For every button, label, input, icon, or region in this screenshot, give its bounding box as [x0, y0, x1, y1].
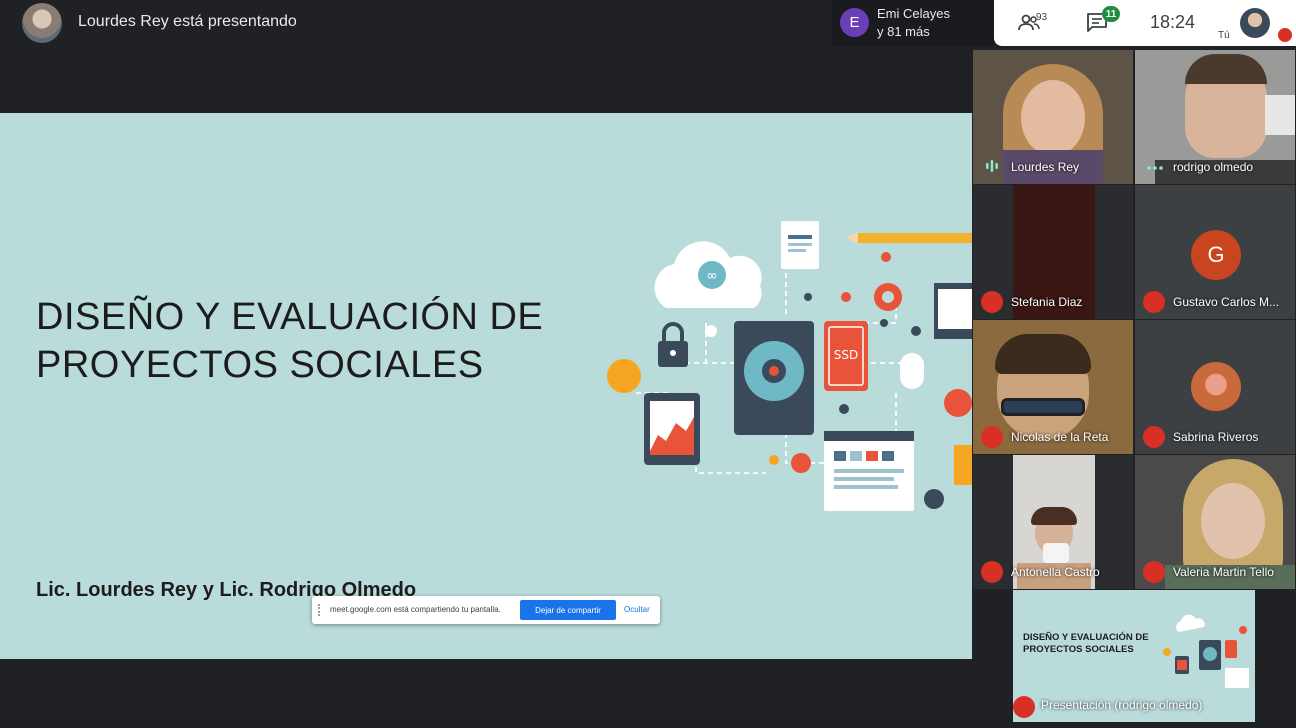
- participant-avatar: [1191, 362, 1241, 412]
- ssd-label: SSD: [834, 348, 858, 362]
- participant-tile[interactable]: rodrigo olmedo: [1135, 50, 1295, 184]
- self-avatar[interactable]: [1240, 8, 1270, 38]
- participant-name: Sabrina Riveros: [1173, 430, 1259, 444]
- participant-tile[interactable]: Nicolas de la Reta: [973, 320, 1133, 454]
- presenter-avatar: [22, 3, 62, 43]
- shared-screen: DISEÑO Y EVALUACIÓN DE PROYECTOS SOCIALE…: [0, 113, 972, 659]
- presentation-thumb-title: DISEÑO Y EVALUACIÓN DE PROYECTOS SOCIALE…: [1023, 632, 1149, 656]
- top-bar: Lourdes Rey está presentando E Emi Celay…: [0, 0, 1296, 46]
- presentation-tile[interactable]: DISEÑO Y EVALUACIÓN DE PROYECTOS SOCIALE…: [1013, 590, 1255, 722]
- participant-name: Valeria Martin Tello: [1173, 565, 1274, 579]
- people-count: 93: [1036, 12, 1048, 23]
- screen-share-banner: meet.google.com está compartiendo tu pan…: [312, 596, 660, 624]
- mic-off-icon: [1143, 291, 1165, 313]
- drag-handle-icon[interactable]: [318, 604, 320, 616]
- participant-name: Stefania Diaz: [1011, 295, 1083, 309]
- presentation-thumb-illustration: [1163, 614, 1249, 688]
- mic-off-icon: [981, 561, 1003, 583]
- participant-tile[interactable]: Antonella Castro: [973, 455, 1133, 589]
- joined-name: Emi Celayes: [877, 6, 950, 21]
- presenting-status: Lourdes Rey está presentando: [78, 13, 297, 30]
- participant-name: Lourdes Rey: [1011, 160, 1080, 174]
- slide-title-line1: DISEÑO Y EVALUACIÓN DE: [36, 296, 544, 338]
- participant-name: rodrigo olmedo: [1173, 160, 1254, 174]
- joined-avatar: E: [840, 8, 869, 37]
- joined-more-count: y 81 más: [877, 24, 930, 39]
- participant-tile[interactable]: Stefania Diaz: [973, 185, 1133, 319]
- speaking-indicator-icon: [986, 160, 998, 172]
- participant-tile[interactable]: Sabrina Riveros: [1135, 320, 1295, 454]
- stop-sharing-button[interactable]: Dejar de compartir: [520, 600, 616, 620]
- participant-tile[interactable]: G Gustavo Carlos M...: [1135, 185, 1295, 319]
- cloud-icon: ∞: [654, 241, 762, 308]
- chat-unread-badge: 11: [1102, 6, 1120, 22]
- participant-tile[interactable]: Valeria Martin Tello: [1135, 455, 1295, 589]
- presentation-thumb-title-line2: PROYECTOS SOCIALES: [1023, 644, 1134, 655]
- participant-name: Nicolas de la Reta: [1011, 430, 1109, 444]
- join-notification: E Emi Celayes y 81 más: [832, 0, 994, 46]
- self-mic-off-icon: [1278, 28, 1292, 42]
- mic-off-icon: [981, 426, 1003, 448]
- mic-off-icon: [1143, 561, 1165, 583]
- share-banner-text: meet.google.com está compartiendo tu pan…: [330, 605, 501, 614]
- slide-title-line2: PROYECTOS SOCIALES: [36, 344, 484, 386]
- mic-off-icon: [1143, 426, 1165, 448]
- participant-tile[interactable]: Lourdes Rey: [973, 50, 1133, 184]
- presentation-thumb-title-line1: DISEÑO Y EVALUACIÓN DE: [1023, 632, 1149, 643]
- slide-title: DISEÑO Y EVALUACIÓN DE PROYECTOS SOCIALE…: [36, 293, 543, 389]
- clock: 18:24: [1150, 12, 1196, 32]
- participant-avatar: G: [1191, 230, 1241, 280]
- hard-drive-icon: [734, 321, 814, 435]
- svg-text:∞: ∞: [706, 268, 718, 284]
- presentation-label: Presentación (rodrigo olmedo): [1041, 698, 1203, 712]
- meeting-controls-bar: 93 11 18:24 Tú: [994, 0, 1296, 46]
- participant-name: Antonella Castro: [1011, 565, 1100, 579]
- hide-banner-button[interactable]: Ocultar: [624, 605, 650, 614]
- activity-dots-icon: [1147, 166, 1163, 170]
- mic-off-icon: [981, 291, 1003, 313]
- tech-illustration: ∞ SSD: [607, 221, 972, 511]
- self-label: Tú: [1218, 30, 1230, 41]
- participant-name: Gustavo Carlos M...: [1173, 295, 1280, 309]
- presentation-audio-off-icon: [1013, 696, 1035, 718]
